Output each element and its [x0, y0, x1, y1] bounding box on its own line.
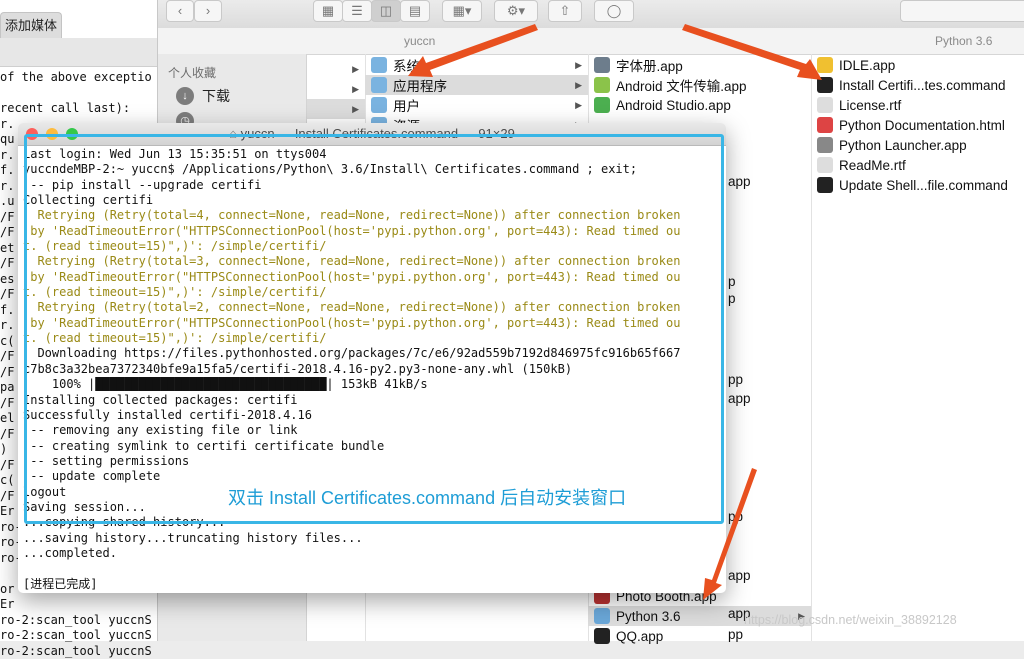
background-text-line: ro-2:scan_tool yuccnS [0, 644, 160, 659]
arrow-to-applications [408, 24, 538, 77]
arrow-to-python-folder [703, 468, 757, 600]
arrow-to-install-certificates [682, 24, 822, 80]
annotation-arrows [0, 0, 1024, 641]
